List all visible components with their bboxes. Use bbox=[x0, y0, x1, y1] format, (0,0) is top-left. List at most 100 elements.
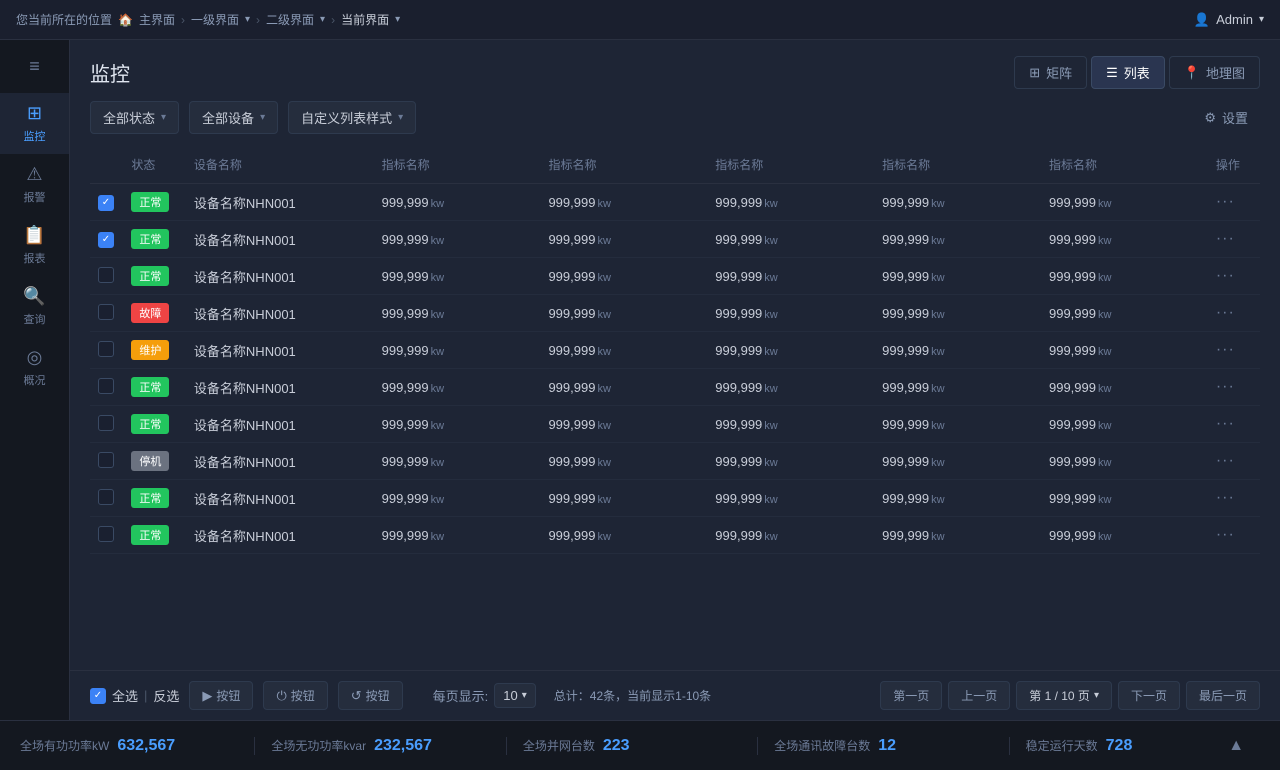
table-row: 正常设备名称NHN001999,999kw999,999kw999,999kw9… bbox=[90, 258, 1260, 295]
stat-uptime-label: 稳定运行天数 bbox=[1026, 737, 1098, 754]
metric-3-row-1: 999,999kw bbox=[874, 221, 1041, 258]
refresh-icon: ↺ bbox=[351, 688, 362, 704]
power-button[interactable]: ⏻ 按钮 bbox=[263, 681, 327, 710]
page-indicator[interactable]: 第 1 / 10 页 ▾ bbox=[1016, 681, 1112, 710]
metric-4-row-3: 999,999kw bbox=[1041, 295, 1208, 332]
more-button-4[interactable]: ··· bbox=[1216, 341, 1235, 358]
breadcrumb-current[interactable]: 当前界面 bbox=[341, 11, 389, 28]
settings-button[interactable]: ⚙ 设置 bbox=[1192, 102, 1260, 133]
first-page-button[interactable]: 第一页 bbox=[880, 681, 942, 710]
sidebar: ≡ ⊞ 监控 ⚠ 报警 📋 报表 🔍 查询 ◎ 概况 bbox=[0, 40, 70, 720]
invert-select-label[interactable]: 反选 bbox=[153, 686, 179, 705]
user-area[interactable]: 👤 Admin ▾ bbox=[1194, 12, 1264, 28]
row-checkbox-1[interactable] bbox=[98, 232, 114, 248]
breadcrumb-home[interactable]: 主界面 bbox=[139, 11, 175, 28]
metric-1-row-5: 999,999kw bbox=[540, 369, 707, 406]
metric-0-row-8: 999,999kw bbox=[374, 480, 541, 517]
breadcrumb-level2[interactable]: 二级界面 bbox=[266, 11, 314, 28]
status-badge-6: 正常 bbox=[131, 414, 169, 434]
metric-3-row-6: 999,999kw bbox=[874, 406, 1041, 443]
device-name-0: 设备名称NHN001 bbox=[186, 184, 374, 221]
metric-4-row-5: 999,999kw bbox=[1041, 369, 1208, 406]
sidebar-item-query[interactable]: 🔍 查询 bbox=[0, 276, 69, 337]
metric-3-row-2: 999,999kw bbox=[874, 258, 1041, 295]
stat-reactive-power: 全场无功功率kvar 232,567 bbox=[255, 737, 506, 755]
more-button-1[interactable]: ··· bbox=[1216, 230, 1235, 247]
batch-select-area: 全选 | 反选 bbox=[90, 686, 179, 705]
row-checkbox-8[interactable] bbox=[98, 489, 114, 505]
column-style-filter[interactable]: 自定义列表样式 ▾ bbox=[288, 101, 416, 134]
table-row: 停机设备名称NHN001999,999kw999,999kw999,999kw9… bbox=[90, 443, 1260, 480]
matrix-label: 矩阵 bbox=[1046, 63, 1072, 82]
play-button[interactable]: ▶ 按钮 bbox=[189, 681, 253, 710]
metric-3-row-5: 999,999kw bbox=[874, 369, 1041, 406]
table-row: 正常设备名称NHN001999,999kw999,999kw999,999kw9… bbox=[90, 517, 1260, 554]
th-select bbox=[90, 146, 123, 184]
more-button-9[interactable]: ··· bbox=[1216, 526, 1235, 543]
view-buttons: ⊞ 矩阵 ☰ 列表 📍 地理图 bbox=[1014, 56, 1260, 89]
more-button-5[interactable]: ··· bbox=[1216, 378, 1235, 395]
device-filter[interactable]: 全部设备 ▾ bbox=[189, 101, 278, 134]
metric-0-row-7: 999,999kw bbox=[374, 443, 541, 480]
status-filter[interactable]: 全部状态 ▾ bbox=[90, 101, 179, 134]
view-list-button[interactable]: ☰ 列表 bbox=[1091, 56, 1165, 89]
row-checkbox-7[interactable] bbox=[98, 452, 114, 468]
more-button-2[interactable]: ··· bbox=[1216, 267, 1235, 284]
metric-4-row-6: 999,999kw bbox=[1041, 406, 1208, 443]
more-button-6[interactable]: ··· bbox=[1216, 415, 1235, 432]
row-checkbox-9[interactable] bbox=[98, 526, 114, 542]
row-checkbox-3[interactable] bbox=[98, 304, 114, 320]
th-action: 操作 bbox=[1208, 146, 1260, 184]
status-badge-0: 正常 bbox=[131, 192, 169, 212]
view-map-button[interactable]: 📍 地理图 bbox=[1169, 56, 1260, 89]
metric-0-row-4: 999,999kw bbox=[374, 332, 541, 369]
metric-0-row-9: 999,999kw bbox=[374, 517, 541, 554]
metric-2-row-0: 999,999kw bbox=[707, 184, 874, 221]
row-checkbox-2[interactable] bbox=[98, 267, 114, 283]
refresh-button[interactable]: ↺ 按钮 bbox=[338, 681, 403, 710]
stat-reactive-power-label: 全场无功功率kvar bbox=[271, 737, 366, 754]
hamburger-menu[interactable]: ≡ bbox=[0, 48, 69, 93]
more-button-0[interactable]: ··· bbox=[1216, 193, 1235, 210]
sidebar-item-report[interactable]: 📋 报表 bbox=[0, 215, 69, 276]
collapse-icon[interactable]: ▲ bbox=[1228, 737, 1244, 755]
sidebar-item-overview[interactable]: ◎ 概况 bbox=[0, 337, 69, 398]
metric-1-row-9: 999,999kw bbox=[540, 517, 707, 554]
select-all-label[interactable]: 全选 bbox=[112, 686, 138, 705]
stat-active-power-label: 全场有功功率kW bbox=[20, 737, 109, 754]
metric-4-row-1: 999,999kw bbox=[1041, 221, 1208, 258]
table-row: 正常设备名称NHN001999,999kw999,999kw999,999kw9… bbox=[90, 184, 1260, 221]
status-badge-1: 正常 bbox=[131, 229, 169, 249]
page-nav: 第一页 上一页 第 1 / 10 页 ▾ 下一页 最后一页 bbox=[880, 681, 1260, 710]
device-name-8: 设备名称NHN001 bbox=[186, 480, 374, 517]
row-checkbox-6[interactable] bbox=[98, 415, 114, 431]
table-row: 正常设备名称NHN001999,999kw999,999kw999,999kw9… bbox=[90, 221, 1260, 258]
select-all-checkbox[interactable] bbox=[90, 688, 106, 704]
sidebar-item-monitor[interactable]: ⊞ 监控 bbox=[0, 93, 69, 154]
row-checkbox-4[interactable] bbox=[98, 341, 114, 357]
overview-icon: ◎ bbox=[27, 347, 43, 368]
more-button-3[interactable]: ··· bbox=[1216, 304, 1235, 321]
row-checkbox-5[interactable] bbox=[98, 378, 114, 394]
play-icon: ▶ bbox=[202, 688, 212, 704]
device-filter-label: 全部设备 bbox=[202, 108, 254, 127]
main-layout: ≡ ⊞ 监控 ⚠ 报警 📋 报表 🔍 查询 ◎ 概况 监控 ⊞ bbox=[0, 40, 1280, 720]
last-page-button[interactable]: 最后一页 bbox=[1186, 681, 1260, 710]
device-name-1: 设备名称NHN001 bbox=[186, 221, 374, 258]
more-button-7[interactable]: ··· bbox=[1216, 452, 1235, 469]
device-name-3: 设备名称NHN001 bbox=[186, 295, 374, 332]
next-page-button[interactable]: 下一页 bbox=[1118, 681, 1180, 710]
stat-reactive-power-value: 232,567 bbox=[374, 737, 432, 755]
view-matrix-button[interactable]: ⊞ 矩阵 bbox=[1014, 56, 1087, 89]
breadcrumb-level1[interactable]: 一级界面 bbox=[191, 11, 239, 28]
device-name-5: 设备名称NHN001 bbox=[186, 369, 374, 406]
metric-4-row-9: 999,999kw bbox=[1041, 517, 1208, 554]
sidebar-item-alarm[interactable]: ⚠ 报警 bbox=[0, 154, 69, 215]
breadcrumb: 您当前所在的位置 🏠 主界面 › 一级界面 ▾ › 二级界面 ▾ › 当前界面 … bbox=[16, 11, 400, 28]
status-badge-7: 停机 bbox=[131, 451, 169, 471]
metric-2-row-9: 999,999kw bbox=[707, 517, 874, 554]
page-size-select[interactable]: 10 ▾ bbox=[494, 683, 536, 708]
more-button-8[interactable]: ··· bbox=[1216, 489, 1235, 506]
prev-page-button[interactable]: 上一页 bbox=[948, 681, 1010, 710]
row-checkbox-0[interactable] bbox=[98, 195, 114, 211]
